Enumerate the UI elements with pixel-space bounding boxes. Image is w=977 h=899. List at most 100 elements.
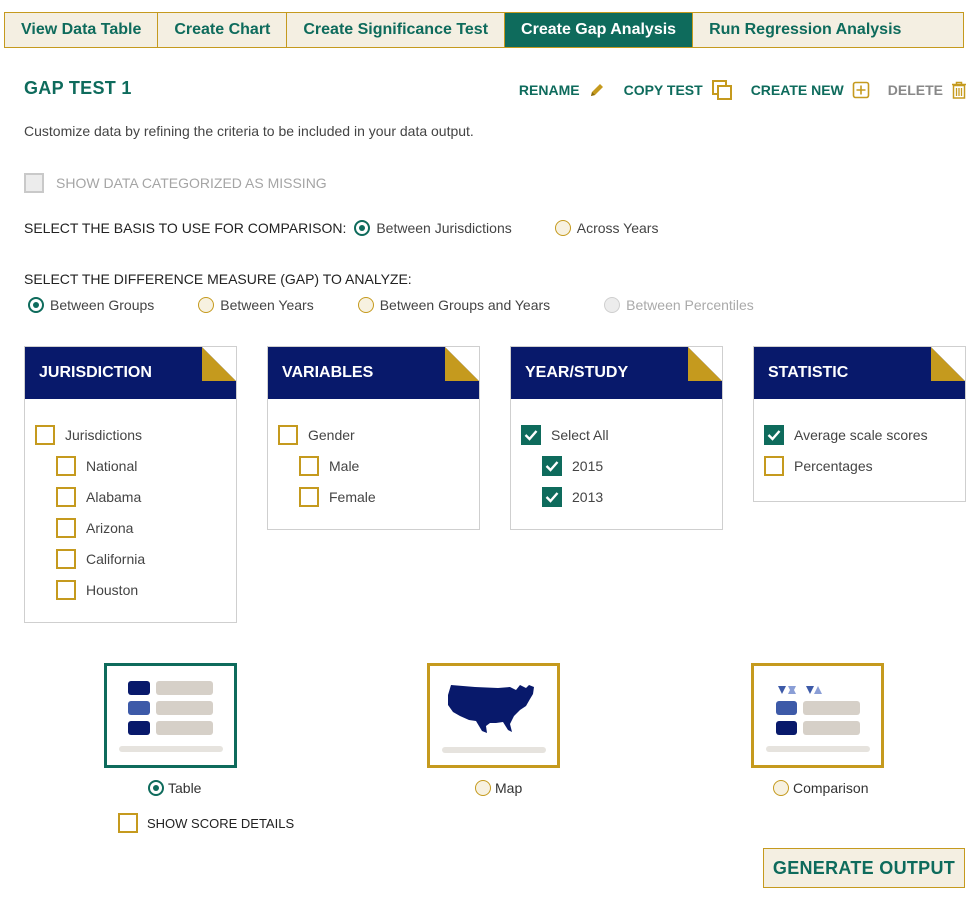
radio-between-groups-and-years[interactable]: Between Groups and Years <box>357 297 551 313</box>
radio-between-years-indicator[interactable] <box>198 297 215 313</box>
radio-between-percentiles-indicator[interactable] <box>604 297 621 313</box>
jurisdiction-option[interactable]: National <box>35 450 226 481</box>
comparison-output-option[interactable]: Comparison <box>773 780 868 796</box>
year-2015-label: 2015 <box>572 457 604 474</box>
map-output-option[interactable]: Map <box>475 780 522 796</box>
radio-across-years[interactable]: Across Years <box>554 220 658 236</box>
alabama-checkbox[interactable] <box>56 486 76 507</box>
male-label: Male <box>329 457 360 474</box>
jurisdiction-option[interactable]: Arizona <box>35 512 226 543</box>
jurisdiction-panel-header[interactable]: JURISDICTION <box>25 347 236 399</box>
gap-measure-options: Between Groups Between Years Between Gro… <box>28 297 754 313</box>
map-output-card[interactable] <box>427 663 560 768</box>
variable-option[interactable]: Female <box>278 481 469 512</box>
arizona-checkbox[interactable] <box>56 517 76 538</box>
year-2013-label: 2013 <box>572 488 604 505</box>
radio-between-groups-label: Between Groups <box>50 297 155 313</box>
gender-label: Gender <box>308 426 355 443</box>
jurisdictions-label: Jurisdictions <box>65 426 143 443</box>
rename-button[interactable]: RENAME <box>519 81 606 99</box>
statistic-panel-header[interactable]: STATISTIC <box>754 347 965 399</box>
table-output-card[interactable] <box>104 663 237 768</box>
radio-between-groups-and-years-indicator[interactable] <box>357 297 374 313</box>
jurisdictions-checkbox[interactable] <box>35 424 55 445</box>
radio-between-jurisdictions-indicator[interactable] <box>354 220 371 236</box>
statistic-panel-body: Average scale scores Percentages <box>754 399 965 499</box>
statistic-panel-title: STATISTIC <box>768 364 849 381</box>
average-scale-scores-label: Average scale scores <box>794 426 928 443</box>
gap-measure-label: SELECT THE DIFFERENCE MEASURE (GAP) TO A… <box>24 271 412 287</box>
create-new-label: CREATE NEW <box>750 82 844 98</box>
tab-view-data-table[interactable]: View Data Table <box>5 13 159 47</box>
copy-test-button[interactable]: COPY TEST <box>624 79 733 101</box>
jurisdiction-option[interactable]: Alabama <box>35 481 226 512</box>
year-study-panel-header[interactable]: YEAR/STUDY <box>511 347 722 399</box>
missing-data-label: SHOW DATA CATEGORIZED AS MISSING <box>56 175 327 191</box>
radio-across-years-indicator[interactable] <box>554 220 571 236</box>
create-new-button[interactable]: CREATE NEW <box>751 81 870 99</box>
select-all-checkbox[interactable] <box>521 424 541 445</box>
year-2013-checkbox[interactable] <box>542 486 562 507</box>
show-score-details-checkbox[interactable] <box>118 813 138 833</box>
radio-between-groups-indicator[interactable] <box>28 297 44 313</box>
copy-icon <box>711 79 733 101</box>
folded-corner-icon <box>202 347 236 381</box>
gender-checkbox[interactable] <box>278 424 298 445</box>
comparison-basis-label: SELECT THE BASIS TO USE FOR COMPARISON: <box>24 220 347 236</box>
year-study-panel-title: YEAR/STUDY <box>525 364 629 381</box>
delete-label: DELETE <box>887 82 943 98</box>
jurisdiction-parent-option[interactable]: Jurisdictions <box>35 419 226 450</box>
year-parent-option[interactable]: Select All <box>521 419 712 450</box>
radio-between-groups[interactable]: Between Groups <box>28 297 154 313</box>
year-option[interactable]: 2013 <box>521 481 712 512</box>
radio-between-years[interactable]: Between Years <box>198 297 314 313</box>
folded-corner-icon <box>688 347 722 381</box>
show-score-details-label: SHOW SCORE DETAILS <box>147 815 295 831</box>
jurisdiction-option[interactable]: California <box>35 543 226 574</box>
comparison-output-radio[interactable] <box>773 780 789 796</box>
tab-create-chart[interactable]: Create Chart <box>158 13 288 47</box>
percentages-checkbox[interactable] <box>764 455 784 476</box>
male-checkbox[interactable] <box>299 455 319 476</box>
tab-create-gap-analysis[interactable]: Create Gap Analysis <box>505 13 694 47</box>
year-study-panel-body: Select All 2015 2013 <box>511 399 722 530</box>
radio-between-jurisdictions[interactable]: Between Jurisdictions <box>354 220 512 236</box>
table-output-radio[interactable] <box>148 780 164 796</box>
tab-create-significance-test[interactable]: Create Significance Test <box>287 13 506 47</box>
delete-button[interactable]: DELETE <box>888 81 967 99</box>
comparison-output-card[interactable] <box>751 663 884 768</box>
checkmark-icon <box>545 491 559 503</box>
usa-map-icon <box>442 685 546 753</box>
variables-panel-header[interactable]: VARIABLES <box>268 347 479 399</box>
radio-between-groups-and-years-label: Between Groups and Years <box>379 297 551 313</box>
test-actions: RENAME COPY TEST CREATE NEW DELETE <box>519 79 967 101</box>
comparison-basis: SELECT THE BASIS TO USE FOR COMPARISON: … <box>24 220 658 236</box>
statistic-option[interactable]: Percentages <box>764 450 955 481</box>
jurisdiction-option[interactable]: Houston <box>35 574 226 605</box>
plus-box-icon <box>852 81 870 99</box>
missing-data-checkbox[interactable] <box>24 173 44 193</box>
map-output-radio[interactable] <box>475 780 491 796</box>
checkmark-icon <box>545 460 559 472</box>
houston-checkbox[interactable] <box>56 579 76 600</box>
show-score-details-option[interactable]: SHOW SCORE DETAILS <box>118 813 294 833</box>
analysis-tabs: View Data Table Create Chart Create Sign… <box>4 12 964 48</box>
table-output-label: Table <box>168 780 202 796</box>
variables-panel: VARIABLES Gender Male Female <box>267 346 480 530</box>
year-option[interactable]: 2015 <box>521 450 712 481</box>
female-checkbox[interactable] <box>299 486 319 507</box>
california-checkbox[interactable] <box>56 548 76 569</box>
page-title: GAP TEST 1 <box>24 78 132 98</box>
tab-run-regression-analysis[interactable]: Run Regression Analysis <box>693 13 917 47</box>
national-checkbox[interactable] <box>56 455 76 476</box>
average-scale-scores-checkbox[interactable] <box>764 424 784 445</box>
year-2015-checkbox[interactable] <box>542 455 562 476</box>
variable-parent-option[interactable]: Gender <box>278 419 469 450</box>
radio-between-percentiles[interactable]: Between Percentiles <box>604 297 754 313</box>
table-output-option[interactable]: Table <box>148 780 201 796</box>
statistic-option[interactable]: Average scale scores <box>764 419 955 450</box>
generate-output-button[interactable]: GENERATE OUTPUT <box>763 848 965 888</box>
radio-between-jurisdictions-label: Between Jurisdictions <box>376 220 512 236</box>
missing-data-option: SHOW DATA CATEGORIZED AS MISSING <box>24 173 327 193</box>
variable-option[interactable]: Male <box>278 450 469 481</box>
